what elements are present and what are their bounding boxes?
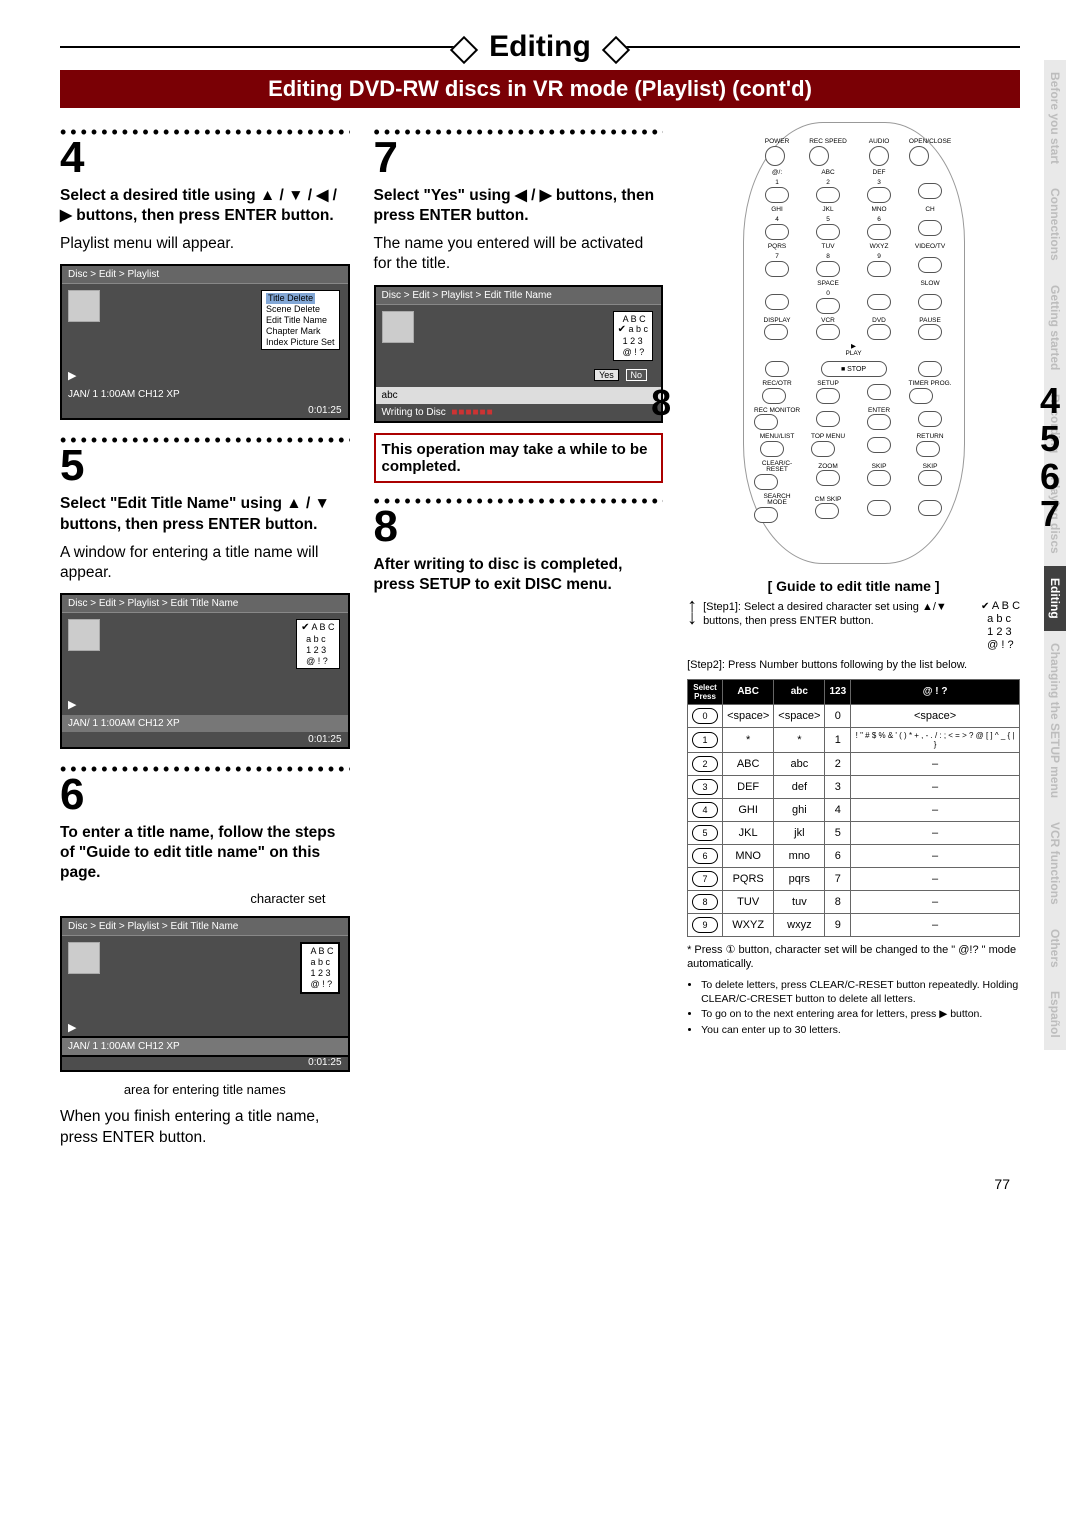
title-info: JAN/ 1 1:00AM CH12 XP <box>62 715 348 732</box>
dotted-rule: ••••••••••••••••••••••••••••••••• <box>60 122 350 136</box>
step-5-number: 5 <box>60 444 350 488</box>
breadcrumb: Disc > Edit > Playlist <box>62 266 348 284</box>
breadcrumb: Disc > Edit > Playlist > Edit Title Name <box>62 595 348 613</box>
charset-list: A B C a b c 1 2 3 @ ! ? <box>296 619 339 669</box>
step-8-instruction: After writing to disc is completed, pres… <box>374 555 664 595</box>
side-tab: Connections <box>1044 176 1066 273</box>
no-button[interactable]: No <box>626 369 648 381</box>
timecode: 0:01:25 <box>62 403 348 418</box>
updown-arrow-icon: ↑↓ <box>687 600 697 653</box>
screenshot-edit-title: Disc > Edit > Playlist > Edit Title Name… <box>60 593 350 749</box>
dotted-rule: ••••••••••••••••••••••••••••••••• <box>374 122 664 136</box>
remote-callout: 5 <box>1040 420 1060 458</box>
page-number: 77 <box>60 1176 1020 1192</box>
play-icon <box>68 698 76 711</box>
side-tab: Getting started <box>1044 273 1066 382</box>
charset-list: A B C a b c 1 2 3 @ ! ? <box>613 311 653 361</box>
side-tab: Others <box>1044 917 1066 980</box>
step-6-after: When you finish entering a title name, p… <box>60 1107 350 1147</box>
title-info: JAN/ 1 1:00AM CH12 XP <box>62 386 348 403</box>
remote-callout: 6 <box>1040 458 1060 496</box>
entry-area: JAN/ 1 1:00AM CH12 XP <box>62 1038 348 1055</box>
step-6-instruction: To enter a title name, follow the steps … <box>60 823 350 883</box>
remote-callout-8: 8 <box>651 382 671 424</box>
step-7-result: The name you entered will be activated f… <box>374 234 664 274</box>
step-8-number: 8 <box>374 505 664 549</box>
entry-value: abc <box>376 387 662 404</box>
timecode: 0:01:25 <box>62 732 348 747</box>
play-icon <box>68 369 76 382</box>
side-tab: Editing <box>1044 566 1066 631</box>
chapter-title: Editing <box>465 30 615 64</box>
guide-notes: To delete letters, press CLEAR/C-RESET b… <box>687 979 1020 1038</box>
guide-asterisk-note: * Press ① button, character set will be … <box>687 943 1020 972</box>
remote-callout: 4 <box>1040 382 1060 420</box>
side-tab: Español <box>1044 979 1066 1050</box>
step-4-instruction: Select a desired title using ▲ / ▼ / ◀ /… <box>60 186 350 226</box>
yes-button[interactable]: Yes <box>594 369 619 381</box>
charset-label: character set <box>60 891 326 906</box>
step-5-result: A window for entering a title name will … <box>60 543 350 583</box>
entry-area-label: area for entering title names <box>60 1082 350 1097</box>
screenshot-confirm-yes: Disc > Edit > Playlist > Edit Title Name… <box>374 285 664 423</box>
progress-bar: ■■■■■■ <box>451 407 493 418</box>
chapter-banner: Editing <box>60 30 1020 64</box>
side-tab: Before you start <box>1044 60 1066 176</box>
screenshot-edit-title-entry: Disc > Edit > Playlist > Edit Title Name… <box>60 916 350 1072</box>
step-5-instruction: Select "Edit Title Name" using ▲ / ▼ but… <box>60 494 350 534</box>
breadcrumb: Disc > Edit > Playlist > Edit Title Name <box>62 918 348 936</box>
step-4-number: 4 <box>60 136 350 180</box>
context-menu: Title DeleteScene DeleteEdit Title NameC… <box>261 290 340 350</box>
charset-list: A B C a b c 1 2 3 @ ! ? <box>300 942 340 993</box>
step-6-number: 6 <box>60 773 350 817</box>
step-4-result: Playlist menu will appear. <box>60 234 350 254</box>
dotted-rule: ••••••••••••••••••••••••••••••••• <box>60 430 350 444</box>
screenshot-playlist-menu: Disc > Edit > Playlist Title DeleteScene… <box>60 264 350 420</box>
dotted-rule: ••••••••••••••••••••••••••••••••• <box>60 759 350 773</box>
guide-step2: [Step2]: Press Number buttons following … <box>687 658 1020 672</box>
breadcrumb: Disc > Edit > Playlist > Edit Title Name <box>376 287 662 305</box>
timecode: 0:01:25 <box>62 1055 348 1070</box>
guide-title: [ Guide to edit title name ] <box>687 578 1020 594</box>
guide-step1: ↑↓ [Step1]: Select a desired character s… <box>687 600 1020 653</box>
character-table: SelectPressABCabc123@ ! ? 0<space><space… <box>687 679 1020 937</box>
warning-box: This operation may take a while to be co… <box>374 433 664 483</box>
remote-diagram: POWERREC SPEEDAUDIOOPEN/CLOSE@/:ABCDEF12… <box>743 122 965 564</box>
section-subtitle: Editing DVD-RW discs in VR mode (Playlis… <box>60 70 1020 108</box>
side-tabs: Before you startConnectionsGetting start… <box>1044 60 1066 1050</box>
play-icon <box>68 1021 76 1034</box>
dotted-rule: ••••••••••••••••••••••••••••••••• <box>374 491 664 505</box>
side-tab: Changing the SETUP menu <box>1044 631 1066 810</box>
remote-callout: 7 <box>1040 495 1060 533</box>
writing-status: Writing to Disc ■■■■■■ <box>376 404 662 421</box>
side-tab: VCR functions <box>1044 810 1066 917</box>
step-7-instruction: Select "Yes" using ◀ / ▶ buttons, then p… <box>374 186 664 226</box>
step-7-number: 7 <box>374 136 664 180</box>
